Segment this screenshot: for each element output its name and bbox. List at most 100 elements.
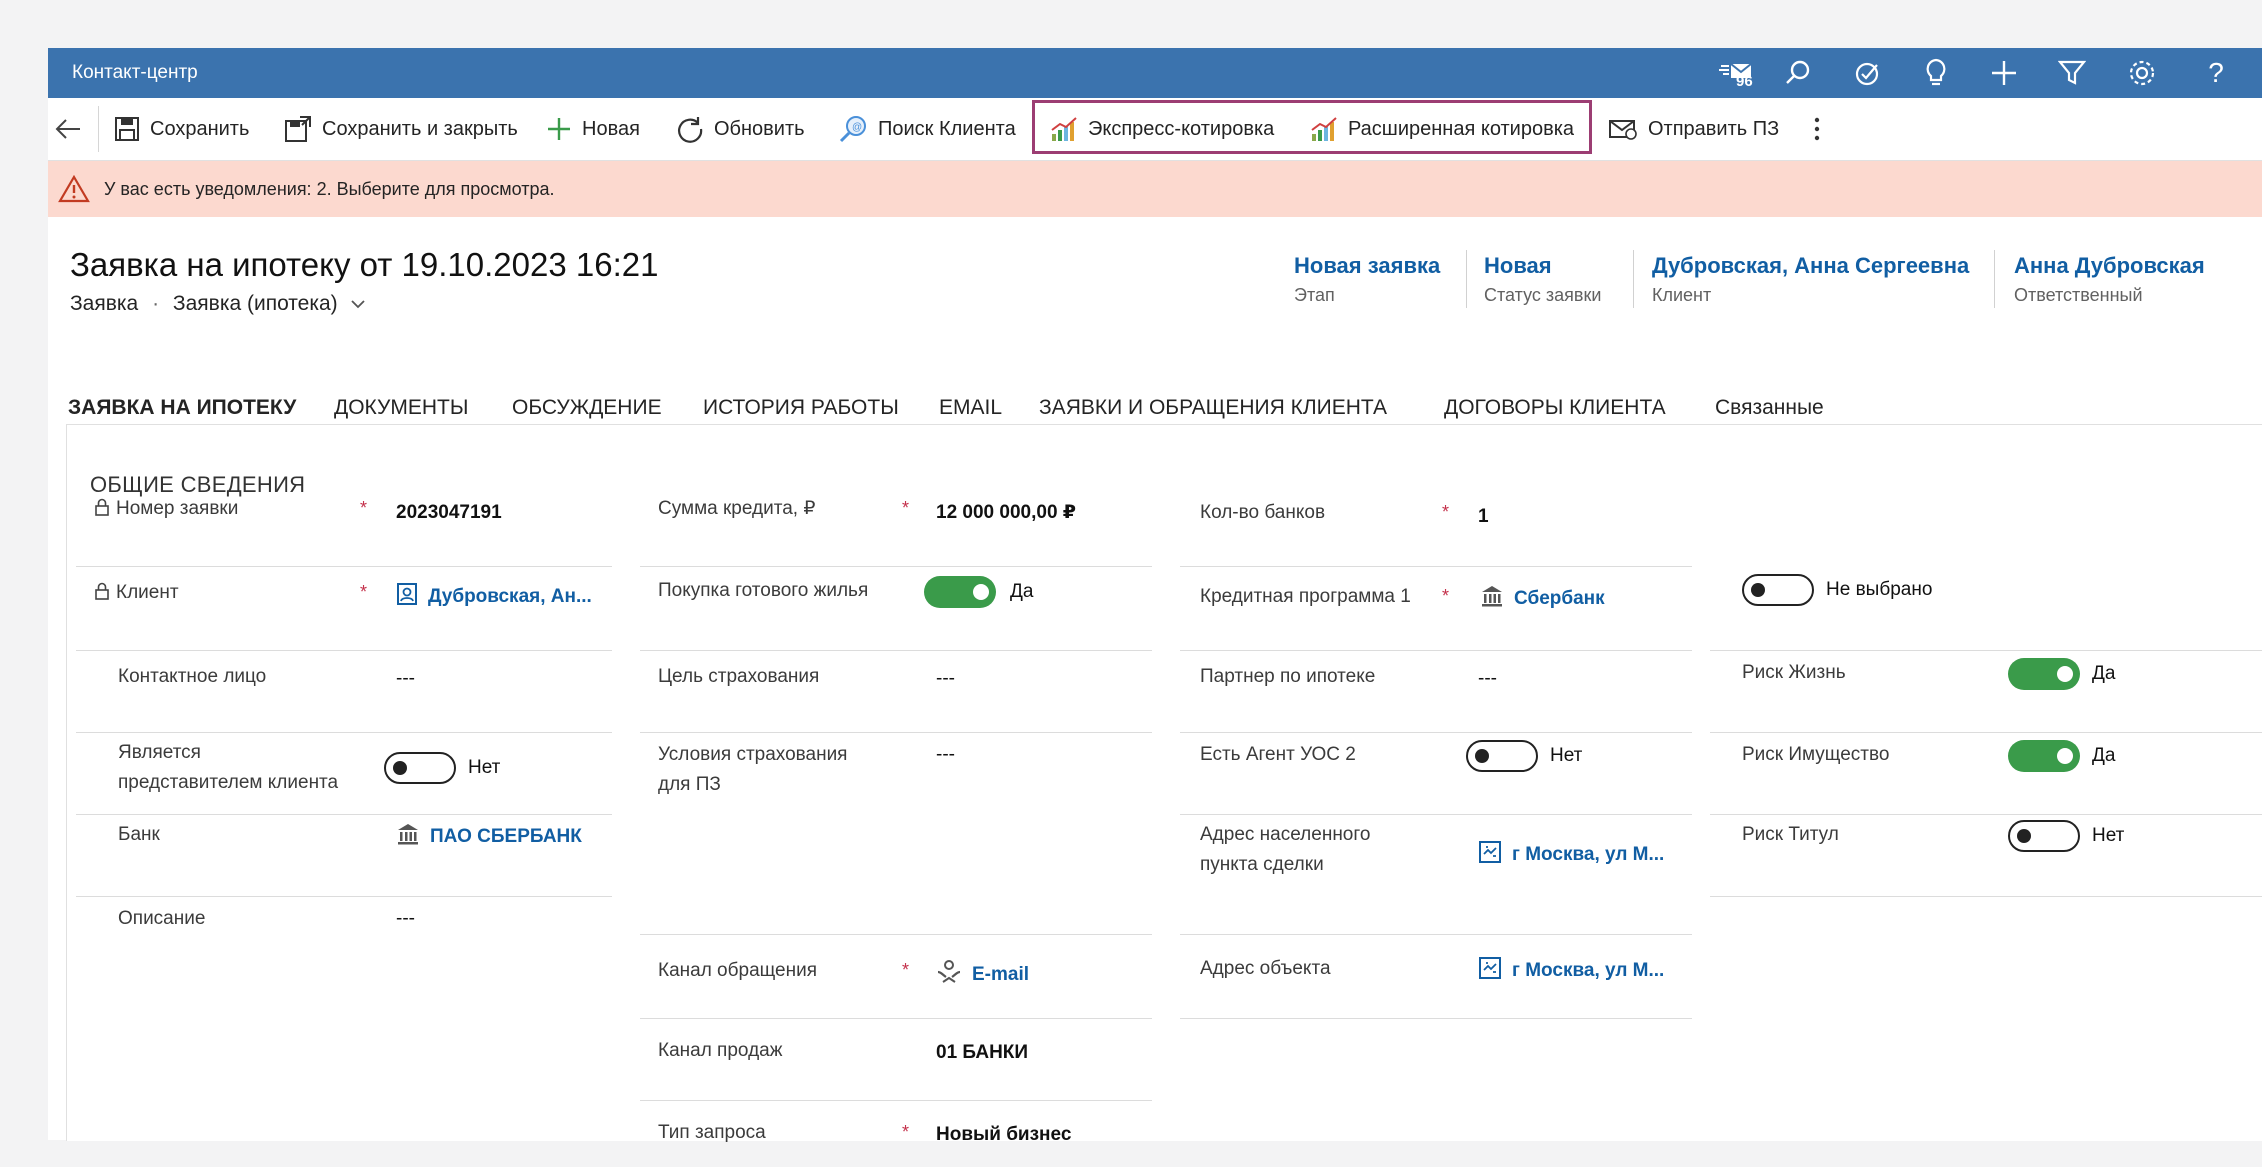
header-divider	[1994, 250, 1995, 308]
entity-name: Заявка	[70, 292, 139, 315]
insurance-terms-label: Условия страхования для ПЗ	[658, 744, 848, 795]
field-divider	[640, 650, 1152, 651]
deal-address-lookup-link[interactable]: г Москва, ул М...	[1478, 840, 1664, 870]
tab-mortgage-request[interactable]: ЗАЯВКА НА ИПОТЕКУ	[68, 388, 296, 428]
risk-life-label: Риск Жизнь	[1742, 662, 1846, 683]
insurance-terms-value[interactable]: ---	[936, 740, 955, 770]
risk-property-value: Да	[2092, 745, 2116, 766]
field-divider	[640, 1018, 1152, 1019]
search-client-icon: @	[839, 116, 866, 143]
tab-discussion[interactable]: ОБСУЖДЕНИЕ	[512, 388, 662, 428]
command-bar: Сохранить Сохранить и закрыть Новая Обно…	[48, 98, 2262, 161]
required-marker: *	[902, 960, 910, 980]
ready-housing-toggle[interactable]	[924, 576, 996, 608]
header-field-owner[interactable]: Анна Дубровская Ответственный	[2014, 253, 2205, 306]
record-header: Заявка на ипотеку от 19.10.2023 16:21 За…	[70, 246, 658, 316]
field-divider	[1710, 650, 2262, 651]
tab-email[interactable]: EMAIL	[939, 388, 1002, 428]
chevron-down-icon	[350, 300, 365, 309]
field-divider	[76, 566, 612, 567]
tab-work-history[interactable]: ИСТОРИЯ РАБОТЫ	[703, 388, 899, 428]
request-number-label: Номер заявки	[94, 494, 238, 524]
insurance-goal-value[interactable]: ---	[936, 664, 955, 694]
lock-icon	[95, 582, 109, 600]
field-divider	[76, 650, 612, 651]
save-and-close-button[interactable]: Сохранить и закрыть	[284, 98, 518, 160]
refresh-button[interactable]: Обновить	[676, 98, 805, 160]
save-icon	[115, 117, 139, 141]
record-subtitle: Заявка · Заявка (ипотека)	[70, 292, 658, 316]
request-number-value: 2023047191	[396, 502, 502, 523]
help-icon[interactable]: ?	[2196, 53, 2236, 93]
agent-toggle[interactable]	[1466, 740, 1538, 772]
banks-count-value[interactable]: 1	[1478, 502, 1489, 532]
search-client-button[interactable]: @ Поиск Клиента	[838, 98, 1016, 160]
tab-client-contracts[interactable]: ДОГОВОРЫ КЛИЕНТА	[1444, 388, 1666, 428]
unselected-value: Не выбрано	[1826, 579, 1933, 600]
header-field-status[interactable]: Новая Статус заявки	[1484, 253, 1601, 306]
field-divider	[1180, 650, 1692, 651]
more-commands-button[interactable]	[1812, 98, 1832, 160]
risk-title-toggle[interactable]	[2008, 820, 2080, 852]
save-button[interactable]: Сохранить	[114, 98, 249, 160]
field-divider	[640, 934, 1152, 935]
app-window: Контакт-центр 96 ? Сохранить Сохранить и…	[48, 48, 2262, 1145]
notifications-count: 96	[1736, 73, 1753, 90]
new-button[interactable]: Новая	[546, 98, 640, 160]
task-check-icon[interactable]	[1848, 53, 1888, 93]
app-title[interactable]: Контакт-центр	[72, 48, 198, 98]
gear-icon[interactable]	[2122, 53, 2162, 93]
insurance-goal-label: Цель страхования	[658, 666, 820, 687]
sales-channel-value[interactable]: 01 БАНКИ	[936, 1038, 1028, 1068]
client-lookup-link[interactable]: Дубровская, Ан...	[396, 582, 592, 612]
request-type-label: Тип запроса	[658, 1122, 766, 1143]
field-divider	[76, 732, 612, 733]
notification-text: У вас есть уведомления: 2. Выберите для …	[104, 179, 555, 199]
field-divider	[76, 896, 612, 897]
is-representative-toggle[interactable]	[384, 752, 456, 784]
tab-documents[interactable]: ДОКУМЕНТЫ	[334, 388, 468, 428]
unselected-toggle[interactable]	[1742, 574, 1814, 606]
channel-label: Канал обращения	[658, 960, 818, 981]
bank-label: Банк	[118, 824, 160, 845]
required-marker: *	[1442, 586, 1450, 606]
header-field-stage[interactable]: Новая заявка Этап	[1294, 253, 1440, 306]
tab-client-requests[interactable]: ЗАЯВКИ И ОБРАЩЕНИЯ КЛИЕНТА	[1039, 388, 1387, 428]
refresh-icon	[678, 117, 703, 143]
field-divider	[1710, 814, 2262, 815]
header-field-client[interactable]: Дубровская, Анна Сергеевна Клиент	[1652, 253, 1969, 306]
record-title: Заявка на ипотеку от 19.10.2023 16:21	[70, 246, 659, 283]
loan-amount-value[interactable]: 12 000 000,00 ₽	[936, 498, 1076, 528]
send-pz-button[interactable]: Отправить ПЗ	[1608, 98, 1779, 160]
channel-lookup-link[interactable]: E-mail	[936, 958, 1029, 990]
description-value[interactable]: ---	[396, 904, 415, 934]
tab-related[interactable]: Связанные	[1715, 388, 1824, 428]
partner-value[interactable]: ---	[1478, 664, 1497, 694]
notification-bar[interactable]: У вас есть уведомления: 2. Выберите для …	[48, 161, 2262, 217]
credit-program-lookup-link[interactable]: Сбербанк	[1480, 584, 1605, 614]
add-icon[interactable]	[1984, 53, 2024, 93]
notifications-icon[interactable]: 96	[1702, 53, 1772, 93]
is-representative-label: Является представителем клиента	[118, 742, 339, 793]
risk-life-toggle[interactable]	[2008, 658, 2080, 690]
lightbulb-icon[interactable]	[1916, 53, 1956, 93]
object-address-lookup-link[interactable]: г Москва, ул М...	[1478, 956, 1664, 986]
field-divider	[1180, 934, 1692, 935]
risk-property-toggle[interactable]	[2008, 740, 2080, 772]
command-divider	[98, 106, 99, 152]
risk-title-label: Риск Титул	[1742, 824, 1839, 845]
form-selector[interactable]: Заявка (ипотека)	[173, 292, 366, 315]
agent-label: Есть Агент УОС 2	[1200, 744, 1356, 765]
field-divider	[640, 732, 1152, 733]
risk-life-value: Да	[2092, 663, 2116, 684]
address-map-icon	[1479, 841, 1501, 863]
search-icon[interactable]	[1778, 53, 1818, 93]
required-marker: *	[360, 582, 368, 602]
request-type-value[interactable]: Новый бизнес	[936, 1120, 1071, 1150]
filter-icon[interactable]	[2052, 53, 2092, 93]
field-divider	[640, 1100, 1152, 1101]
contact-value[interactable]: ---	[396, 664, 415, 694]
back-button[interactable]	[54, 98, 92, 160]
bank-lookup-link[interactable]: ПАО СБЕРБАНК	[396, 822, 582, 852]
field-divider	[1180, 814, 1692, 815]
